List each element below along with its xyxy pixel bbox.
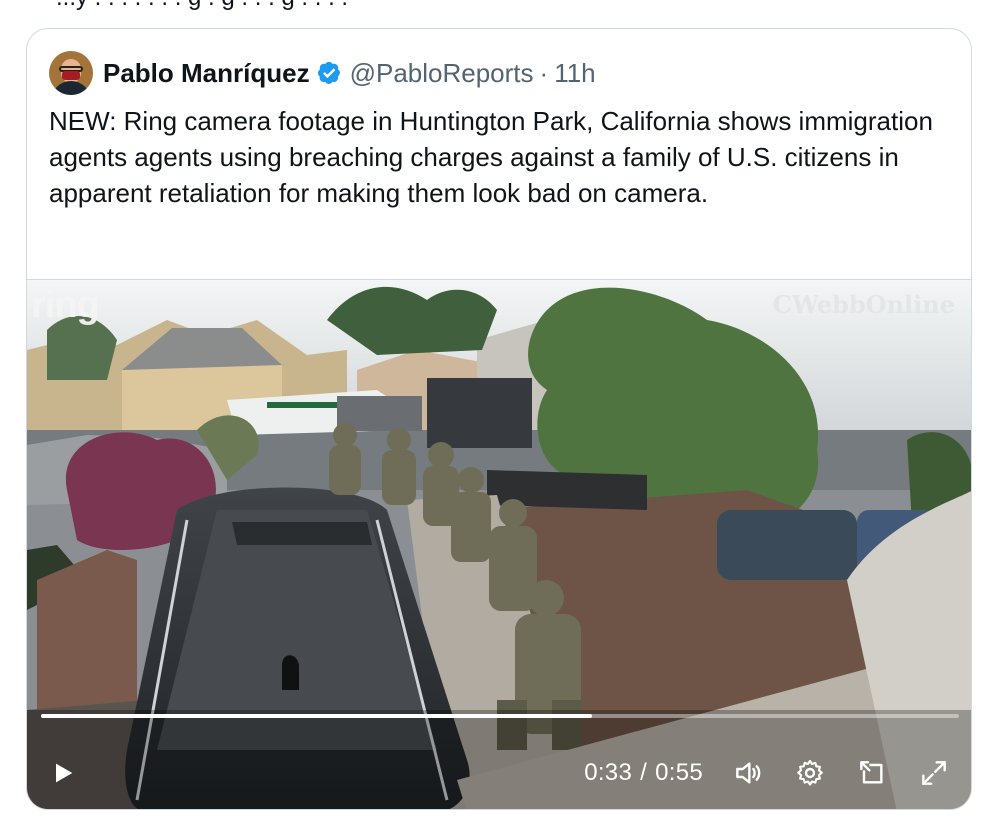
right-controls: 0:33 / 0:55	[584, 756, 951, 790]
time-total: 0:55	[655, 759, 703, 786]
progress-track[interactable]	[41, 714, 959, 718]
play-icon	[56, 763, 73, 783]
time-display: 0:33 / 0:55	[584, 759, 703, 787]
volume-icon	[736, 762, 761, 784]
tweet-header: Pablo Manríquez @PabloReports · 11h	[49, 51, 596, 95]
video-frame	[27, 280, 971, 809]
separator: ·	[539, 57, 549, 88]
tweet-time[interactable]: 11h	[554, 58, 595, 89]
author-name[interactable]: Pablo Manríquez	[103, 58, 310, 89]
progress-fill	[41, 714, 592, 718]
play-button[interactable]	[49, 759, 77, 787]
ring-logo: ring	[31, 284, 100, 326]
author-handle[interactable]: @PabloReports	[350, 58, 534, 89]
fullscreen-button[interactable]	[917, 756, 951, 790]
tweet-card[interactable]: Pablo Manríquez @PabloReports · 11h NEW:…	[26, 28, 972, 810]
verified-badge-icon	[317, 61, 340, 84]
gear-icon	[797, 759, 823, 786]
cropped-top-text: ...y . . . . . . . g . g . . . g . . . .	[56, 0, 348, 12]
video-player[interactable]: ring CWebbOnline 0:33 / 0:55	[27, 279, 971, 809]
tweet-text: NEW: Ring camera footage in Huntington P…	[49, 106, 933, 208]
time-separator: /	[640, 759, 648, 786]
watermark: CWebbOnline	[772, 290, 955, 319]
volume-button[interactable]	[731, 756, 765, 790]
time-current: 0:33	[584, 759, 633, 786]
popout-button[interactable]	[855, 756, 889, 790]
fullscreen-icon	[922, 761, 946, 785]
popout-icon	[860, 761, 883, 784]
avatar[interactable]	[49, 51, 93, 95]
video-controls: 0:33 / 0:55	[27, 734, 971, 809]
settings-button[interactable]	[793, 756, 827, 790]
